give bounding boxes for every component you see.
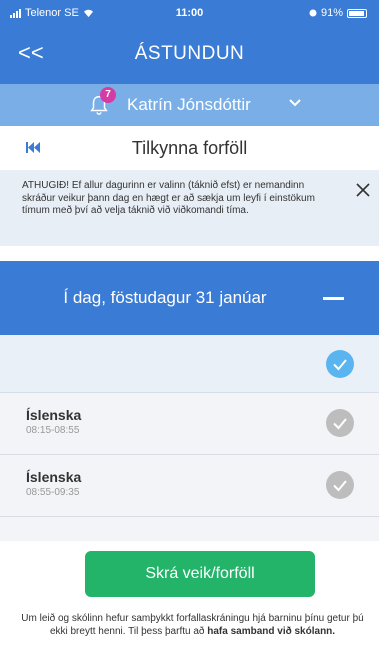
lesson-time: 08:15-08:55: [26, 425, 80, 436]
lesson-row-partial[interactable]: [0, 517, 379, 541]
chevron-down-icon[interactable]: [288, 98, 302, 108]
lesson-row[interactable]: Íslenska 08:55-09:35: [0, 455, 379, 517]
spacer: [0, 246, 379, 261]
submit-absence-button[interactable]: Skrá veik/forföll: [85, 551, 315, 597]
day-header[interactable]: Í dag, föstudagur 31 janúar: [0, 261, 379, 335]
all-day-check-icon[interactable]: [326, 350, 354, 378]
lesson-row[interactable]: Íslenska 08:15-08:55: [0, 393, 379, 455]
notice-box: ATHUGIÐ! Ef allur dagurinn er valinn (tá…: [0, 170, 379, 246]
battery-percent: 91%: [320, 7, 343, 19]
sub-header: Tilkynna forföll: [0, 126, 379, 170]
notification-badge: 7: [100, 87, 116, 103]
sub-title: Tilkynna forföll: [131, 138, 248, 158]
page-title: ÁSTUNDUN: [134, 43, 245, 64]
day-title: Í dag, föstudagur 31 janúar: [63, 288, 267, 307]
lesson-check-icon[interactable]: [326, 471, 354, 499]
battery-info: 91%: [309, 7, 367, 19]
lesson-check-icon[interactable]: [326, 409, 354, 437]
all-day-row[interactable]: [0, 335, 379, 393]
moon-icon: [309, 9, 317, 17]
close-icon[interactable]: [356, 183, 370, 197]
lesson-subject: Íslenska: [26, 407, 82, 423]
battery-icon: [347, 8, 367, 18]
lesson-subject: Íslenska: [26, 469, 82, 485]
user-selector[interactable]: 7 Katrín Jónsdóttir: [0, 84, 379, 126]
footer-text: Um leið og skólinn hefur samþykkt forfal…: [20, 612, 365, 638]
user-name[interactable]: Katrín Jónsdóttir: [127, 95, 251, 115]
collapse-icon[interactable]: [323, 297, 344, 300]
contact-school-text: hafa samband við skólann.: [207, 626, 336, 637]
lesson-time: 08:55-09:35: [26, 487, 80, 498]
status-bar: Telenor SE 11:00 91%: [0, 0, 379, 26]
nav-bar: << ÁSTUNDUN: [0, 26, 379, 84]
notice-text: ATHUGIÐ! Ef allur dagurinn er valinn (tá…: [22, 180, 315, 216]
